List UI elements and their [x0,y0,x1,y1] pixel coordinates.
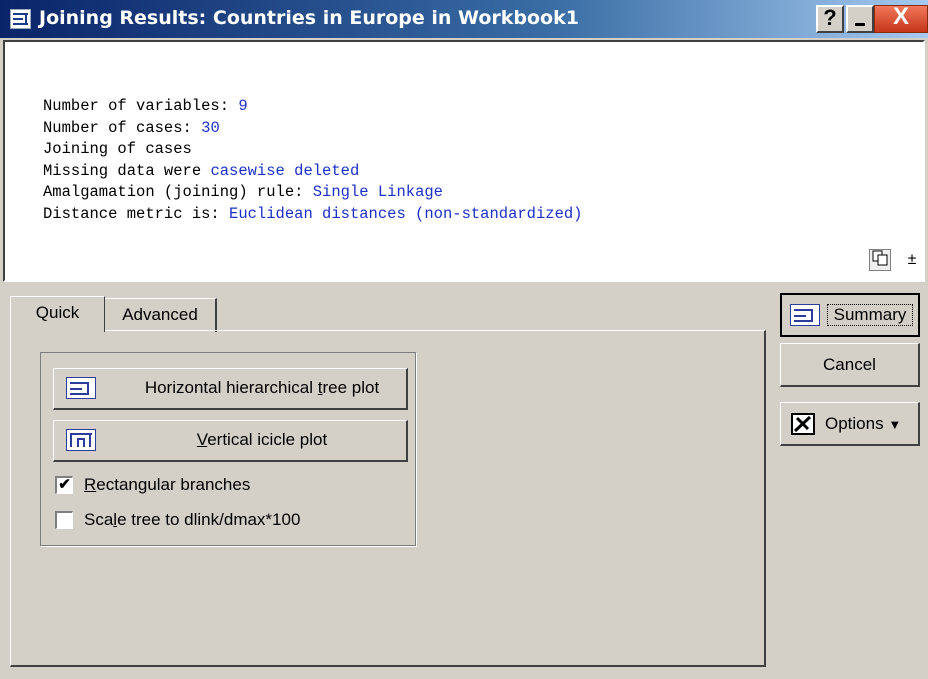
horizontal-tree-plot-label: Horizontal hierarchical tree plot [144,378,380,397]
close-button[interactable]: X [874,5,928,33]
cancel-label: Cancel [823,355,876,374]
summary-icon [790,304,820,326]
minimize-icon [855,23,865,26]
options-button[interactable]: Options ▼ [780,402,920,446]
rectangular-branches-checkbox[interactable]: ✔ [55,476,73,494]
tab-advanced[interactable]: Advanced [105,298,217,332]
title-bar[interactable]: Joining Results: Countries in Europe in … [0,0,928,38]
minimize-button[interactable] [846,5,874,33]
copy-icon-glyph [872,250,888,266]
options-icon [791,413,815,435]
output-line: Missing data were casewise deleted [43,161,360,180]
scale-tree-label: Scale tree to dlink/dmax*100 [84,510,301,529]
vertical-icicle-icon [66,429,96,451]
scale-tree-checkbox[interactable] [55,511,73,529]
output-line: Number of cases: 30 [43,118,220,137]
app-icon [10,9,31,29]
vertical-icicle-plot-label: Vertical icicle plot [196,430,328,449]
expand-icon[interactable]: ± [902,249,922,271]
results-text: Number of variables: 9 Number of cases: … [43,96,583,225]
cancel-button[interactable]: Cancel [780,343,920,387]
output-line: Distance metric is: Euclidean distances … [43,204,583,223]
chevron-down-icon: ▼ [888,417,902,432]
vertical-icicle-plot-button[interactable]: Vertical icicle plot [53,420,408,462]
output-line: Amalgamation (joining) rule: Single Link… [43,183,443,201]
window-title: Joining Results: Countries in Europe in … [39,7,579,29]
copy-icon[interactable] [869,249,891,271]
tab-quick[interactable]: Quick [10,296,105,332]
help-button[interactable]: ? [816,5,844,33]
summary-label: Summary [827,304,913,326]
horizontal-tree-plot-button[interactable]: Horizontal hierarchical tree plot [53,368,408,410]
options-label-row: Options ▼ [825,414,902,433]
output-line: Joining of cases [43,140,192,158]
summary-button[interactable]: Summary [780,293,920,337]
horizontal-tree-icon [66,377,96,399]
results-output: Number of variables: 9 Number of cases: … [3,40,925,282]
output-line: Number of variables: 9 [43,97,248,115]
rectangular-branches-label: Rectangular branches [84,475,251,494]
